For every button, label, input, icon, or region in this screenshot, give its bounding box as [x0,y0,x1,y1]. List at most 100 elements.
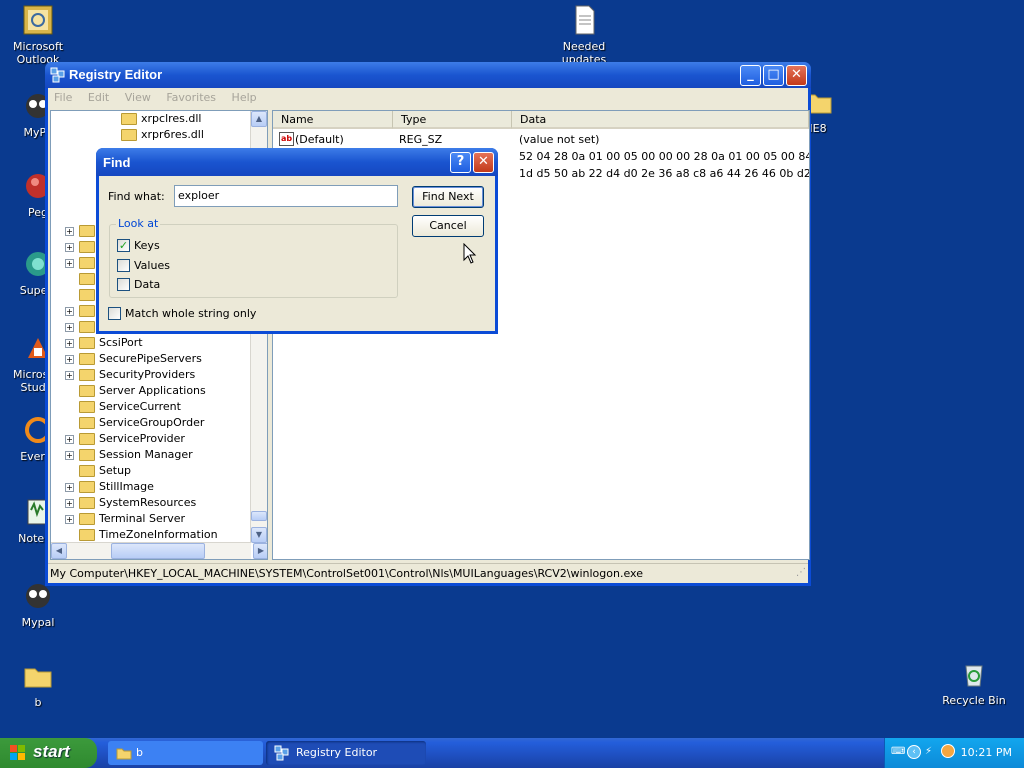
folder-icon [79,369,95,381]
find-what-input[interactable]: exploer [174,185,398,207]
minimize-button[interactable]: _ [740,65,761,86]
folder-icon [24,668,52,688]
desktop-icon-outlook[interactable]: Microsoft Outlook [0,4,76,66]
maximize-button[interactable]: □ [763,65,784,86]
tree-item-label: Server Applications [99,384,206,397]
keyboard-icon[interactable]: ⌨ [891,746,905,757]
folder-icon [79,465,95,477]
values-checkbox[interactable] [117,259,130,272]
find-next-button[interactable]: Find Next [412,186,484,208]
arrow-down-icon: ▼ [255,530,263,539]
expand-icon: + [65,499,74,508]
taskbar-item-label: b [136,746,143,759]
title-bar[interactable]: Registry Editor _ □ ✕ [45,62,811,88]
recycle-bin-icon [965,665,983,687]
clock[interactable]: 10:21 PM [961,746,1012,759]
mouse-cursor-icon [463,243,477,264]
menu-favorites[interactable]: Favorites [160,88,222,104]
folder-icon [79,273,95,285]
close-icon: ✕ [791,67,802,82]
arrow-right-icon: ▶ [257,546,265,555]
start-button[interactable]: start [0,738,97,768]
close-button[interactable]: ✕ [786,65,807,86]
tree-item-label: StillImage [99,480,154,493]
value-data: (value not set) [519,133,600,146]
look-at-label: Look at [116,217,161,230]
scroll-left-button[interactable]: ◀ [51,543,67,559]
values-label[interactable]: Values [134,259,170,272]
menu-bar: File Edit View Favorites Help [48,88,808,108]
cancel-button[interactable]: Cancel [412,215,484,237]
folder-icon [79,481,95,493]
help-button[interactable]: ? [450,152,471,173]
network-icon[interactable]: ⚡ [925,746,932,757]
status-bar: My Computer\HKEY_LOCAL_MACHINE\SYSTEM\Co… [48,563,808,583]
folder-icon [79,337,95,349]
folder-icon [79,385,95,397]
expand-icon: + [65,339,74,348]
tree-item-label: SecurePipeServers [99,352,202,365]
taskbar-item-label: Registry Editor [296,746,378,759]
folder-icon [79,257,95,269]
scroll-down-button[interactable]: ▼ [251,527,267,543]
tree-item-label: TimeZoneInformation [99,528,218,541]
column-header-name[interactable]: Name [273,111,393,129]
resize-grip-icon[interactable]: ⋰ [796,563,806,582]
folder-icon [116,748,132,760]
desktop-icon-mypal[interactable]: Mypal [0,580,76,629]
dialog-close-button[interactable]: ✕ [473,152,494,173]
menu-edit[interactable]: Edit [82,88,115,104]
expand-icon: + [65,515,74,524]
column-header-type[interactable]: Type [393,111,512,129]
tree-item-label: SystemResources [99,496,197,509]
desktop-icon-b[interactable]: b [0,660,76,709]
arrow-left-icon: ◀ [55,546,63,555]
column-header-data[interactable]: Data [512,111,809,129]
volume-icon[interactable] [941,744,955,758]
expand-icon: + [65,323,74,332]
taskbar-item-registry-editor[interactable]: Registry Editor [266,741,426,765]
dialog-title-bar[interactable]: Find ? ✕ [96,148,498,176]
scroll-up-button[interactable]: ▲ [251,111,267,127]
taskbar: start b Registry Editor ⌨ ‹ ⚡ 10:21 PM [0,738,1024,768]
value-data: 52 04 28 0a 01 00 05 00 00 00 28 0a 01 0… [519,150,810,163]
menu-view[interactable]: View [119,88,157,104]
menu-file[interactable]: File [48,88,78,104]
folder-icon [79,433,95,445]
taskbar-item-b[interactable]: b [108,741,263,765]
desktop-icon-label: b [34,696,42,709]
tree-item-label: Terminal Server [99,512,186,525]
tree-item-label: ServiceCurrent [99,400,181,413]
scroll-thumb[interactable] [111,543,205,559]
keys-checkbox[interactable]: ✓ [117,239,130,252]
data-checkbox[interactable] [117,278,130,291]
folder-icon [79,513,95,525]
match-whole-string-checkbox[interactable] [108,307,121,320]
scroll-thumb[interactable] [251,511,267,521]
folder-icon [121,113,137,125]
expand-icon: + [65,451,74,460]
tray-collapse-icon[interactable]: ‹ [907,745,921,759]
tree-item-label: ServiceGroupOrder [99,416,205,429]
keys-label[interactable]: Keys [134,239,160,252]
folder-icon [79,321,95,333]
data-label[interactable]: Data [134,278,160,291]
list-item[interactable]: ab (Default) REG_SZ (value not set) [273,131,809,148]
value-type: REG_SZ [399,133,443,146]
windows-logo-icon [10,745,25,760]
desktop-icon-recycle-bin[interactable]: Recycle Bin [936,658,1012,707]
match-whole-string-label[interactable]: Match whole string only [125,307,256,320]
expand-icon: + [65,371,74,380]
find-what-label: Find what: [108,190,165,203]
folder-icon [79,401,95,413]
folder-icon [79,529,95,541]
desktop-icon-needed-updates[interactable]: Needed updates [546,4,622,66]
expand-icon: + [65,227,74,236]
registry-editor-icon [50,67,65,83]
menu-help[interactable]: Help [226,88,263,104]
tree-horizontal-scrollbar[interactable]: ◀ ▶ [51,542,267,559]
folder-icon [79,289,95,301]
document-icon [575,5,595,35]
tree-item-label: ServiceProvider [99,432,185,445]
scroll-right-button[interactable]: ▶ [253,543,267,559]
